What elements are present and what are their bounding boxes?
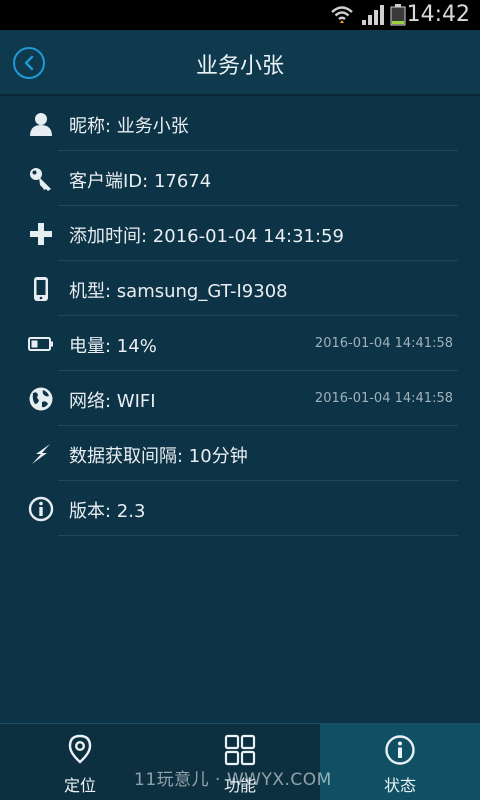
battery-timestamp: 2016-01-04 14:41:58 <box>314 336 453 351</box>
model-label: 机型: samsung_GT-I9308 <box>69 281 288 302</box>
interval-label: 数据获取间隔: 10分钟 <box>69 446 248 467</box>
nickname-label: 昵称: 业务小张 <box>69 116 189 137</box>
page-title: 业务小张 <box>195 54 284 79</box>
added-time-label: 添加时间: 2016-01-04 14:31:59 <box>69 226 344 247</box>
version-label: 版本: 2.3 <box>69 501 146 522</box>
key-icon <box>30 168 51 191</box>
bottom-nav: 定位 功能 状态 11玩意儿 · WWYX.COM <box>0 723 480 800</box>
list-item-version: 版本: 2.3 <box>0 481 480 536</box>
battery-status-icon <box>390 4 406 26</box>
list-item-client-id: 客户端ID: 17674 <box>0 151 480 206</box>
tab-status[interactable]: 状态 <box>320 724 480 800</box>
network-timestamp: 2016-01-04 14:41:58 <box>314 391 453 406</box>
grid-icon <box>224 734 256 766</box>
info-circle-icon <box>385 735 415 765</box>
tab-status-label: 状态 <box>383 776 416 795</box>
list-item-interval: 数据获取间隔: 10分钟 <box>0 426 480 481</box>
globe-icon <box>29 387 53 411</box>
header-bar: 业务小张 <box>0 30 480 96</box>
status-time: 14:42 <box>406 2 470 27</box>
list-item-nickname: 昵称: 业务小张 <box>0 96 480 151</box>
battery-label: 电量: 14% <box>69 336 157 357</box>
list-item-network: 网络: WIFI 2016-01-04 14:41:58 <box>0 371 480 426</box>
lightning-icon <box>32 444 50 464</box>
list-item-added-time: 添加时间: 2016-01-04 14:31:59 <box>0 206 480 261</box>
watermark-text: 11玩意儿 · WWYX.COM <box>134 770 332 790</box>
signal-icon <box>362 5 384 25</box>
divider <box>58 535 458 536</box>
list-item-model: 机型: samsung_GT-I9308 <box>0 261 480 316</box>
client-id-label: 客户端ID: 17674 <box>69 171 212 192</box>
phone-icon <box>34 277 48 301</box>
wifi-icon <box>331 6 353 23</box>
list-item-battery: 电量: 14% 2016-01-04 14:41:58 <box>0 316 480 371</box>
network-label: 网络: WIFI <box>69 391 156 412</box>
battery-icon <box>28 337 53 351</box>
status-bar: 14:42 <box>0 0 480 30</box>
info-icon <box>28 496 54 522</box>
user-icon <box>30 113 52 136</box>
location-pin-icon <box>68 734 92 764</box>
device-info-list: 昵称: 业务小张 客户端ID: 17674 添加时间: 2016-01-04 1… <box>0 96 480 536</box>
plus-icon <box>30 223 52 245</box>
